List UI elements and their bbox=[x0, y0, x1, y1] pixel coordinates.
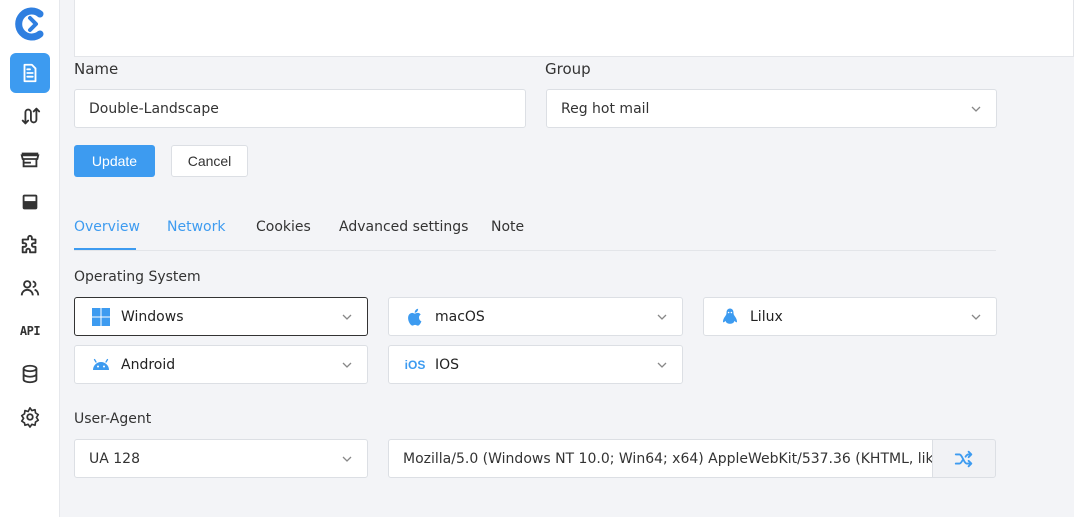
sidebar: API bbox=[0, 0, 60, 517]
tab-network[interactable]: Network bbox=[167, 219, 225, 235]
sidebar-item-extensions[interactable] bbox=[10, 225, 50, 265]
tab-cookies[interactable]: Cookies bbox=[256, 219, 311, 235]
group-label: Group bbox=[545, 60, 591, 78]
sidebar-item-storage[interactable] bbox=[10, 354, 50, 394]
chevron-down-icon bbox=[342, 314, 352, 320]
os-label: Operating System bbox=[74, 269, 201, 285]
chevron-down-icon bbox=[971, 106, 981, 112]
os-option-label: IOS bbox=[435, 356, 460, 373]
archive-icon bbox=[22, 194, 38, 210]
randomize-ua-button[interactable] bbox=[932, 439, 996, 478]
os-option-macos[interactable]: macOS bbox=[388, 297, 683, 336]
user-agent-input[interactable]: Mozilla/5.0 (Windows NT 10.0; Win64; x64… bbox=[388, 439, 933, 478]
cancel-button[interactable]: Cancel bbox=[171, 145, 248, 177]
user-agent-label: User-Agent bbox=[74, 411, 152, 427]
chevron-down-icon bbox=[657, 362, 667, 368]
sidebar-item-store[interactable] bbox=[10, 139, 50, 179]
os-option-linux[interactable]: Lilux bbox=[703, 297, 997, 336]
tab-note[interactable]: Note bbox=[491, 219, 524, 235]
os-option-label: macOS bbox=[435, 308, 485, 325]
main-content: Name Double-Landscape Group Reg hot mail… bbox=[61, 0, 1074, 517]
sidebar-item-profiles[interactable] bbox=[10, 53, 50, 93]
linux-penguin-icon bbox=[720, 307, 740, 327]
group-select[interactable]: Reg hot mail bbox=[546, 89, 997, 128]
active-tab-indicator bbox=[74, 248, 136, 250]
ua-version-select[interactable]: UA 128 bbox=[74, 439, 368, 478]
os-option-windows[interactable]: Windows bbox=[74, 297, 368, 336]
puzzle-icon bbox=[21, 234, 37, 254]
os-option-label: Lilux bbox=[750, 308, 783, 325]
route-icon bbox=[21, 107, 41, 125]
os-option-label: Windows bbox=[121, 308, 184, 325]
os-option-label: Android bbox=[121, 356, 176, 373]
users-icon bbox=[20, 280, 40, 296]
sidebar-item-automation[interactable] bbox=[10, 96, 50, 136]
name-label: Name bbox=[74, 60, 119, 78]
api-label: API bbox=[19, 324, 41, 338]
apple-icon bbox=[405, 307, 425, 327]
group-select-value: Reg hot mail bbox=[561, 100, 650, 117]
update-button[interactable]: Update bbox=[74, 145, 155, 177]
ios-badge: iOS bbox=[404, 357, 426, 372]
sidebar-item-api[interactable]: API bbox=[10, 311, 50, 351]
tab-advanced-settings[interactable]: Advanced settings bbox=[339, 219, 468, 235]
ua-version-value: UA 128 bbox=[89, 450, 140, 467]
top-panel bbox=[74, 0, 1074, 57]
tab-overview[interactable]: Overview bbox=[74, 219, 140, 235]
sidebar-item-settings[interactable] bbox=[10, 397, 50, 437]
sidebar-item-team[interactable] bbox=[10, 268, 50, 308]
store-icon bbox=[20, 152, 40, 168]
chevron-down-icon bbox=[971, 314, 981, 320]
shuffle-icon bbox=[954, 450, 973, 467]
user-agent-value: Mozilla/5.0 (Windows NT 10.0; Win64; x64… bbox=[403, 450, 933, 467]
document-icon bbox=[23, 63, 37, 83]
gear-icon bbox=[20, 407, 40, 428]
name-input-value: Double-Landscape bbox=[89, 100, 219, 117]
os-option-android[interactable]: Android bbox=[74, 345, 368, 384]
chevron-down-icon bbox=[342, 362, 352, 368]
windows-icon bbox=[91, 307, 111, 327]
database-icon bbox=[22, 364, 38, 384]
chevron-down-icon bbox=[657, 314, 667, 320]
name-input[interactable]: Double-Landscape bbox=[74, 89, 526, 128]
os-option-ios[interactable]: iOS IOS bbox=[388, 345, 683, 384]
android-icon bbox=[91, 355, 111, 375]
sidebar-item-box[interactable] bbox=[10, 182, 50, 222]
app-logo[interactable] bbox=[12, 6, 48, 42]
logo-icon bbox=[15, 7, 44, 41]
tab-bar: Overview Network Cookies Advanced settin… bbox=[74, 210, 996, 251]
chevron-down-icon bbox=[342, 456, 352, 462]
ios-icon: iOS bbox=[404, 355, 426, 375]
